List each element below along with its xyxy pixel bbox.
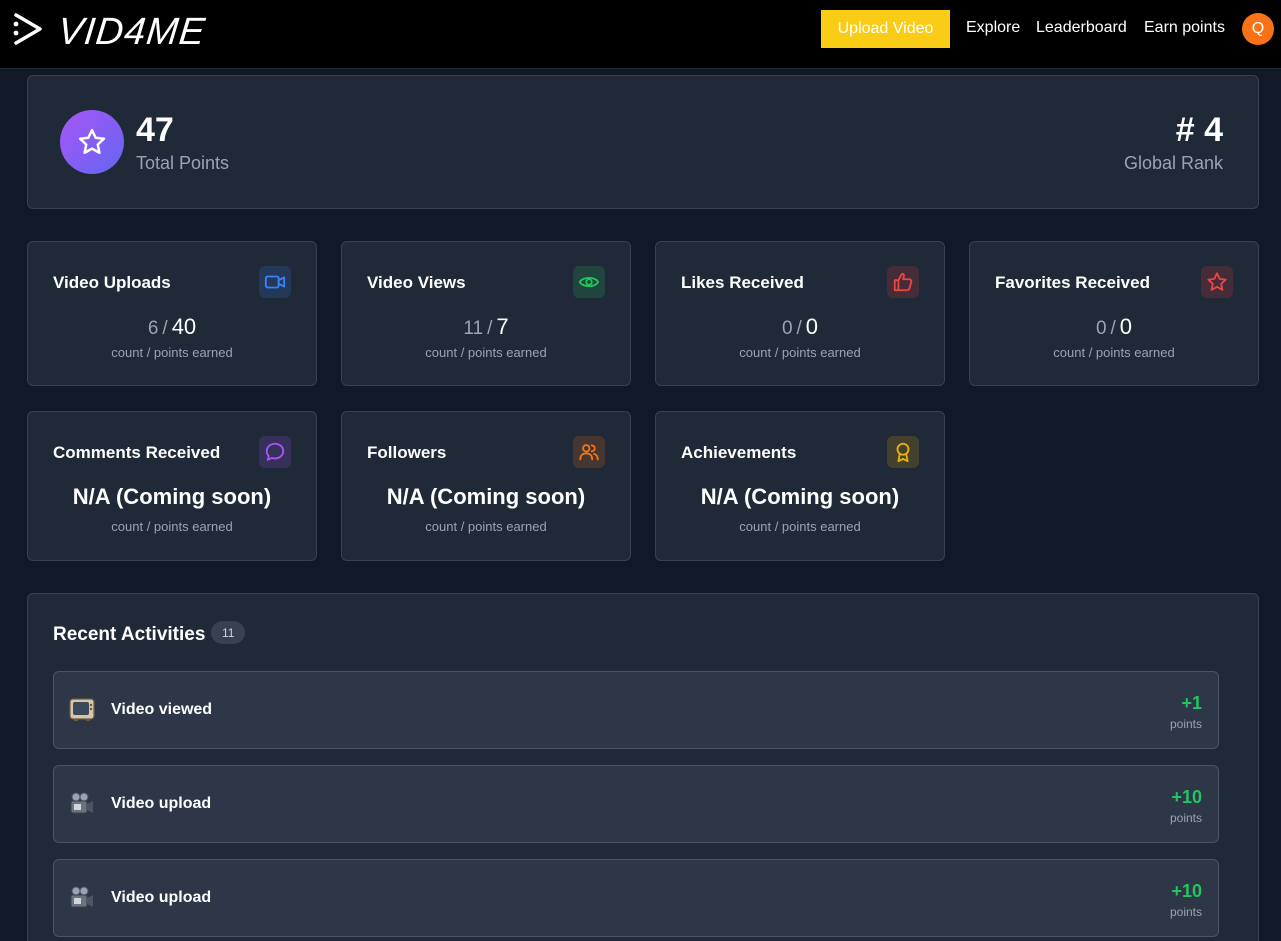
stat-card-favorites-received: Favorites Received 0/0 count / points ea…	[969, 241, 1259, 386]
activity-points: +10	[1171, 787, 1202, 807]
nav-leaderboard[interactable]: Leaderboard	[1036, 19, 1127, 37]
stat-separator: /	[162, 318, 168, 339]
stat-title: Video Uploads	[53, 273, 171, 292]
stat-count: 6	[147, 318, 159, 339]
activity-points-unit: points	[1169, 905, 1202, 919]
stat-value-coming-soon: N/A (Coming soon)	[386, 484, 586, 509]
stat-subtitle: count / points earned	[425, 345, 547, 360]
activity-points: +1	[1181, 693, 1202, 713]
users-icon	[573, 436, 605, 468]
stat-title: Achievements	[681, 443, 797, 462]
star-icon	[60, 110, 124, 174]
star-icon	[1201, 266, 1233, 298]
top-navbar: VID4ME Upload Video Explore Leaderboard …	[0, 0, 1281, 69]
stat-count: 0	[781, 318, 793, 339]
stat-value: 0/0	[970, 314, 1258, 340]
points-summary-card: 47 Total Points # 4 Global Rank	[27, 75, 1259, 209]
stat-value-coming-soon: N/A (Coming soon)	[700, 484, 900, 509]
stat-points: 0	[805, 314, 819, 339]
activity-label: Video upload	[111, 889, 212, 906]
stat-points: 40	[171, 314, 197, 339]
total-points-value: 47	[136, 111, 174, 149]
stat-card-video-views: Video Views 11/7 count / points earned	[341, 241, 631, 386]
stat-separator: /	[796, 318, 802, 339]
recent-activities-panel: Recent Activities 11 Video viewed +1 poi…	[27, 593, 1259, 941]
stat-value: 11/7	[342, 314, 630, 340]
activity-label: Video upload	[111, 795, 212, 812]
award-ribbon-icon	[887, 436, 919, 468]
stat-title: Likes Received	[681, 273, 804, 292]
activity-points-unit: points	[1169, 717, 1202, 731]
stat-card-followers: Followers N/A (Coming soon) count / poin…	[341, 411, 631, 561]
stat-separator: /	[1110, 318, 1116, 339]
activity-row[interactable]: Video upload +10 points	[53, 765, 1219, 843]
activity-label: Video viewed	[111, 701, 213, 718]
eye-icon	[573, 266, 605, 298]
logo-text: VID4ME	[55, 10, 208, 53]
logo[interactable]: VID4ME	[12, 10, 208, 53]
stat-title: Comments Received	[53, 443, 221, 462]
stat-subtitle: count / points earned	[111, 345, 233, 360]
stat-title: Favorites Received	[995, 273, 1150, 292]
activity-points-unit: points	[1169, 811, 1202, 825]
activity-row[interactable]: Video viewed +1 points	[53, 671, 1219, 749]
stat-value: 0/0	[656, 314, 944, 340]
stat-card-achievements: Achievements N/A (Coming soon) count / p…	[655, 411, 945, 561]
stat-count: 11	[463, 318, 484, 339]
stat-value: 6/40	[28, 314, 316, 340]
total-points-label: Total Points	[136, 153, 230, 173]
nav-explore[interactable]: Explore	[966, 19, 1020, 37]
thumbs-up-icon	[887, 266, 919, 298]
global-rank-label: Global Rank	[1123, 153, 1223, 173]
upload-video-button[interactable]: Upload Video	[821, 10, 950, 48]
avatar[interactable]: Q	[1242, 13, 1274, 45]
stat-subtitle: count / points earned	[111, 519, 233, 534]
chat-bubble-icon	[259, 436, 291, 468]
stat-title: Followers	[367, 443, 447, 462]
global-rank-value: # 4	[1175, 111, 1223, 149]
video-camera-icon	[259, 266, 291, 298]
recent-activities-title: Recent Activities	[53, 624, 206, 645]
stat-subtitle: count / points earned	[425, 519, 547, 534]
stat-subtitle: count / points earned	[1053, 345, 1175, 360]
movie-camera-icon	[69, 886, 95, 910]
stat-separator: /	[487, 318, 493, 339]
stat-card-likes-received: Likes Received 0/0 count / points earned	[655, 241, 945, 386]
stat-subtitle: count / points earned	[739, 345, 861, 360]
nav-earn-points[interactable]: Earn points	[1144, 19, 1225, 37]
play-icon	[12, 12, 44, 51]
movie-camera-icon	[69, 792, 95, 816]
stat-points: 0	[1119, 314, 1133, 339]
activities-count-badge: 11	[211, 621, 246, 644]
stat-points: 7	[496, 314, 509, 339]
stat-card-video-uploads: Video Uploads 6/40 count / points earned	[27, 241, 317, 386]
stat-value-coming-soon: N/A (Coming soon)	[72, 484, 272, 509]
stat-title: Video Views	[367, 273, 466, 292]
activity-points: +10	[1171, 881, 1202, 901]
television-icon	[69, 698, 95, 722]
stat-count: 0	[1095, 318, 1107, 339]
stat-subtitle: count / points earned	[739, 519, 861, 534]
stat-card-comments-received: Comments Received N/A (Coming soon) coun…	[27, 411, 317, 561]
activity-row[interactable]: Video upload +10 points	[53, 859, 1219, 937]
